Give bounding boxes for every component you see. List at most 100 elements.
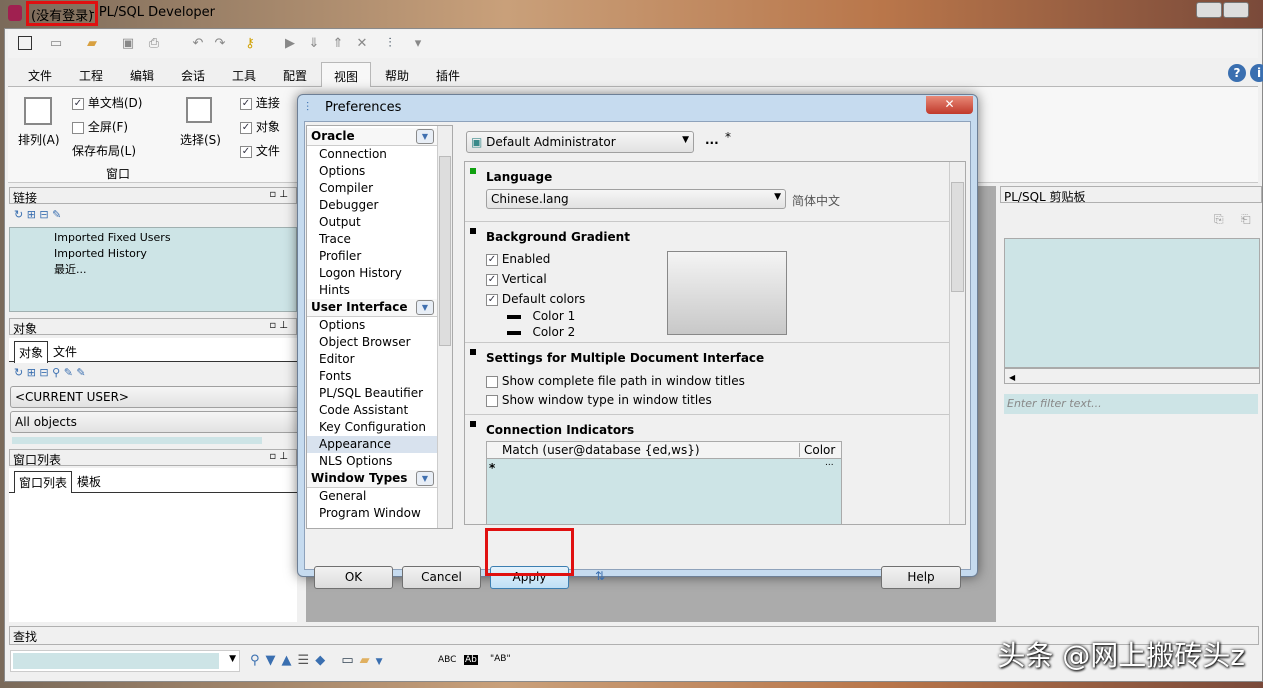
- collapse-icon[interactable]: ▼: [416, 300, 434, 315]
- category-item[interactable]: NLS Options: [307, 453, 437, 470]
- conn-toggle[interactable]: ✓ 连接: [240, 94, 280, 111]
- category-item[interactable]: Code Assistant: [307, 402, 437, 419]
- tab-templates[interactable]: 模板: [77, 473, 101, 490]
- folder-icon[interactable]: ▰: [360, 653, 376, 668]
- object-filter-input[interactable]: [12, 437, 262, 444]
- category-item[interactable]: Options: [307, 163, 437, 180]
- conn-checkbox[interactable]: ✓: [240, 97, 252, 110]
- undo-icon[interactable]: ↶: [190, 36, 206, 52]
- category-item[interactable]: Options: [307, 317, 437, 334]
- select-button[interactable]: 选择(S): [180, 131, 221, 148]
- panel-pin-icon[interactable]: ▫ ⊥: [269, 320, 288, 331]
- language-select[interactable]: Chinese.lang ▼: [486, 189, 786, 209]
- match-case-toggle[interactable]: ABC: [438, 655, 456, 665]
- category-group-header[interactable]: User Interface ▼: [307, 299, 437, 317]
- full-path-option[interactable]: Show complete file path in window titles: [486, 374, 745, 388]
- obj-checkbox[interactable]: ✓: [240, 121, 252, 134]
- quoted-toggle[interactable]: "AB": [490, 654, 511, 664]
- tab-files[interactable]: 文件: [53, 343, 77, 360]
- window-type-option[interactable]: Show window type in window titles: [486, 393, 712, 407]
- category-item[interactable]: Appearance: [307, 436, 437, 453]
- eraser-icon[interactable]: ◆: [315, 653, 331, 668]
- panel-pin-icon[interactable]: ▫ ⊥: [269, 451, 288, 462]
- color1-picker[interactable]: Color 1: [507, 309, 575, 323]
- arrange-button[interactable]: 排列(A): [18, 131, 60, 148]
- category-item[interactable]: Trace: [307, 231, 437, 248]
- find-icon[interactable]: ⚲: [250, 653, 266, 668]
- collapse-icon[interactable]: ▼: [416, 471, 434, 486]
- tab-session[interactable]: 会话: [181, 67, 205, 84]
- minimize-button[interactable]: [1196, 2, 1222, 18]
- break-icon[interactable]: ✕: [354, 36, 370, 52]
- new-window-icon[interactable]: ▭: [48, 36, 64, 52]
- indicators-grid[interactable]: Match (user@database {ed,ws}) Color * ...: [486, 441, 842, 524]
- tab-plugins[interactable]: 插件: [436, 67, 460, 84]
- fullscreen-checkbox[interactable]: [72, 121, 84, 134]
- obj-toggle[interactable]: ✓ 对象: [240, 118, 280, 135]
- cancel-button[interactable]: Cancel: [402, 566, 481, 589]
- category-item[interactable]: Profiler: [307, 248, 437, 265]
- category-item[interactable]: Debugger: [307, 197, 437, 214]
- tab-tools[interactable]: 工具: [232, 67, 256, 84]
- profile-select[interactable]: ▣ Default Administrator ▼: [466, 131, 694, 153]
- panel-pin-icon[interactable]: ▫ ⊥: [269, 189, 288, 200]
- new-icon[interactable]: [18, 36, 32, 50]
- tab-view[interactable]: 视图: [321, 62, 372, 88]
- category-item[interactable]: Compiler: [307, 180, 437, 197]
- category-group-header[interactable]: Oracle ▼: [307, 128, 437, 146]
- category-item[interactable]: Fonts: [307, 368, 437, 385]
- horizontal-scrollbar[interactable]: ◀: [1004, 368, 1260, 384]
- redo-icon[interactable]: ↷: [212, 36, 228, 52]
- dropdown-icon[interactable]: ▼: [376, 657, 389, 667]
- tab-window-list[interactable]: 窗口列表: [14, 471, 73, 493]
- execute-icon[interactable]: ▶: [282, 36, 298, 52]
- vertical-option[interactable]: ✓ Vertical: [486, 272, 547, 286]
- clipboard-filter-input[interactable]: Enter filter text...: [1004, 394, 1258, 414]
- help-icon[interactable]: ?: [1228, 64, 1246, 82]
- window-icon[interactable]: ▭: [341, 653, 359, 668]
- tree-item[interactable]: Imported Fixed Users: [54, 230, 296, 246]
- category-item[interactable]: Key Configuration: [307, 419, 437, 436]
- preferences-icon[interactable]: ⫶: [382, 36, 398, 52]
- category-item[interactable]: General: [307, 488, 437, 505]
- list-icon[interactable]: ☰: [298, 653, 316, 668]
- find-input[interactable]: ▼: [10, 650, 240, 672]
- ok-button[interactable]: OK: [314, 566, 393, 589]
- file-checkbox[interactable]: ✓: [240, 145, 252, 158]
- tab-file[interactable]: 文件: [28, 67, 52, 84]
- category-item[interactable]: Hints: [307, 282, 437, 299]
- category-item[interactable]: Output: [307, 214, 437, 231]
- save-layout-button[interactable]: 保存布局(L): [72, 142, 136, 159]
- info-icon[interactable]: i: [1250, 64, 1263, 82]
- maximize-button[interactable]: [1223, 2, 1249, 18]
- category-item[interactable]: Logon History: [307, 265, 437, 282]
- category-group-header[interactable]: Window Types ▼: [307, 470, 437, 488]
- tree-item[interactable]: Imported History: [54, 246, 296, 262]
- tab-config[interactable]: 配置: [283, 67, 307, 84]
- single-doc-checkbox[interactable]: ✓: [72, 97, 84, 110]
- save-profile-icon[interactable]: ⇅: [595, 569, 605, 583]
- color-ellipsis-button[interactable]: ...: [825, 458, 834, 468]
- category-item[interactable]: Editor: [307, 351, 437, 368]
- customize-icon[interactable]: ▾: [410, 36, 426, 52]
- open-icon[interactable]: ▰: [84, 36, 100, 52]
- find-prev-icon[interactable]: ▲: [282, 653, 298, 668]
- key-icon[interactable]: ⚷: [242, 36, 258, 52]
- color2-picker[interactable]: Color 2: [507, 325, 575, 339]
- fullscreen-toggle[interactable]: 全屏(F): [72, 118, 128, 135]
- collapse-icon[interactable]: ▼: [416, 129, 434, 144]
- category-item[interactable]: PL/SQL Beautifier: [307, 385, 437, 402]
- tree-item[interactable]: 最近...: [54, 262, 296, 278]
- category-scrollbar[interactable]: [437, 126, 452, 528]
- tab-objects[interactable]: 对象: [14, 341, 49, 363]
- help-button[interactable]: Help: [881, 566, 961, 589]
- single-doc-toggle[interactable]: ✓ 单文档(D): [72, 94, 142, 111]
- file-toggle[interactable]: ✓ 文件: [240, 142, 280, 159]
- print-icon[interactable]: ⎙: [146, 36, 162, 52]
- settings-scrollbar[interactable]: [949, 162, 965, 524]
- tab-edit[interactable]: 编辑: [130, 67, 154, 84]
- copy-icon[interactable]: ⎘: [1214, 212, 1224, 227]
- category-item[interactable]: Connection: [307, 146, 437, 163]
- tab-project[interactable]: 工程: [79, 67, 103, 84]
- tab-help[interactable]: 帮助: [385, 67, 409, 84]
